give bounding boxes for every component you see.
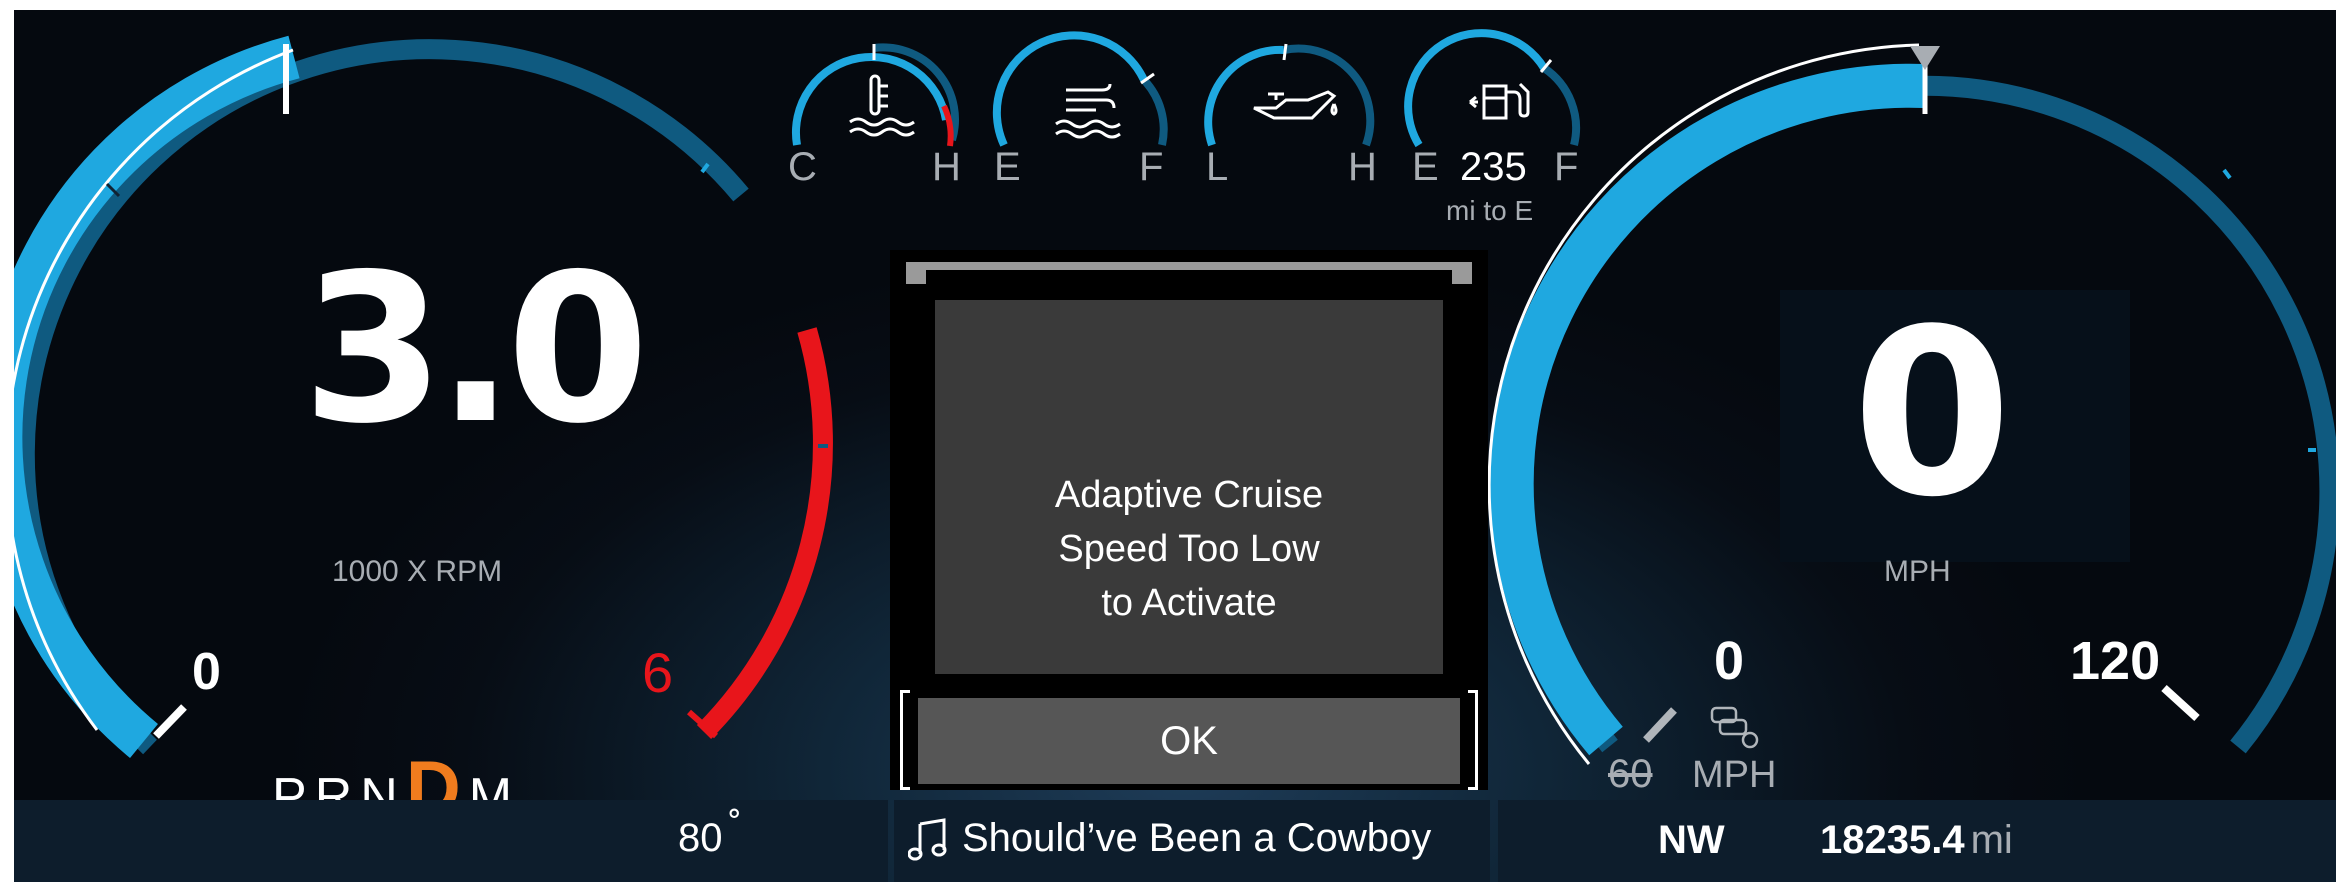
speedo-min-label: 0 (1714, 631, 1745, 691)
tach-needle-0 (153, 704, 187, 739)
oil-gauge (1204, 43, 1375, 147)
dialog-top-frame (906, 262, 1472, 284)
trans-high-label: F (1139, 145, 1164, 189)
dialog-message-line3: to Activate (1101, 582, 1277, 624)
fuel-empty-label: E (1412, 145, 1439, 189)
trans-low-label: E (994, 145, 1021, 189)
dialog-message-line1: Adaptive Cruise (1054, 474, 1324, 516)
odometer: 18235.4 mi (1820, 818, 2013, 863)
oil-high-label: H (1348, 145, 1377, 189)
alert-dialog: Adaptive Cruise Speed Too Low to Activat… (890, 250, 1488, 790)
outside-temp-unit: ˚ (728, 806, 742, 850)
fuel-pump-icon (1469, 82, 1530, 120)
dialog-message: Adaptive Cruise Speed Too Low to Activat… (935, 468, 1443, 630)
tach-redline-label: 6 (642, 641, 674, 704)
compass-heading: NW (1658, 818, 1725, 862)
outside-temperature: 80 ˚ (678, 806, 742, 861)
ok-button[interactable]: OK (918, 698, 1460, 784)
ok-bracket-right (1468, 690, 1478, 790)
rpm-readout: 3.0 (302, 231, 649, 469)
adaptive-cruise-icon (1710, 706, 1759, 749)
coolant-low-label: C (788, 145, 817, 189)
odometer-value: 18235.4 (1820, 818, 1965, 862)
odometer-unit: mi (1970, 818, 2013, 862)
tach-min-label: 0 (192, 643, 221, 701)
instrument-cluster: 3.0 1000 X RPM 0 6 PRNDM C H E F L H E 2… (14, 10, 2336, 882)
dialog-message-box: Adaptive Cruise Speed Too Low to Activat… (935, 300, 1443, 674)
fuel-range-unit: mi to E (1446, 195, 1534, 226)
set-speed-unit: MPH (1692, 754, 1777, 796)
music-note-icon (907, 816, 948, 866)
oil-low-label: L (1206, 145, 1229, 189)
outside-temp-value: 80 (678, 816, 723, 860)
speed-readout: 0 (1852, 281, 2012, 548)
speedo-max-label: 120 (2070, 631, 2161, 691)
ok-bracket-left (900, 690, 910, 790)
fuel-gauge (1404, 29, 1580, 148)
bottom-bar-left (14, 800, 888, 882)
fuel-range-value: 235 (1460, 145, 1527, 189)
tach-redline (696, 327, 833, 740)
oil-pressure-icon (1253, 90, 1338, 120)
song-title: Should’ve Been a Cowboy (962, 816, 1432, 860)
coolant-temp-icon (849, 74, 915, 137)
coolant-high-label: H (932, 145, 961, 189)
trans-temp-icon (1055, 83, 1121, 139)
fuel-full-label: F (1554, 145, 1579, 189)
rpm-unit-label: 1000 X RPM (332, 555, 503, 588)
coolant-gauge (791, 43, 959, 147)
dialog-message-line2: Speed Too Low (1058, 528, 1320, 570)
speed-unit-label: MPH (1884, 555, 1951, 588)
set-speed-value: 60 (1608, 752, 1653, 796)
